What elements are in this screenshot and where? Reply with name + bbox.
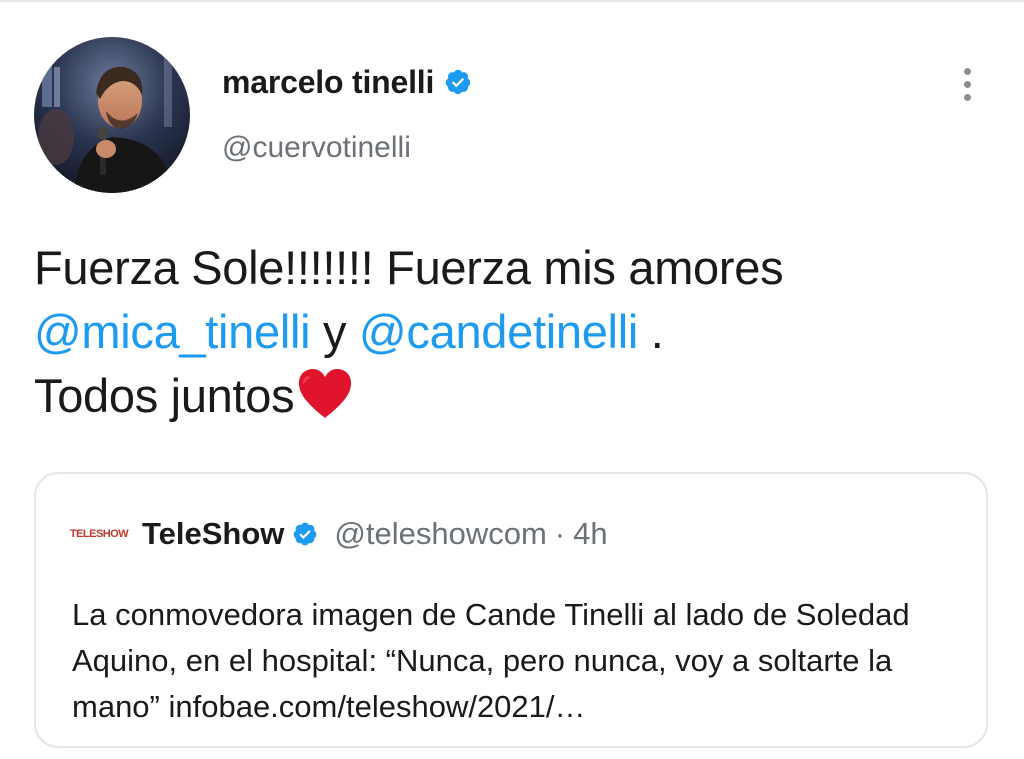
verified-badge-icon xyxy=(292,521,318,547)
author-display-name[interactable]: marcelo tinelli xyxy=(222,64,434,101)
menu-dot xyxy=(963,67,971,75)
tweet-text-part: Todos juntos xyxy=(34,369,295,422)
menu-dot xyxy=(963,93,971,101)
divider xyxy=(0,0,1024,2)
author-handle[interactable]: @cuervotinelli xyxy=(222,131,411,165)
tweet-text-part: y xyxy=(310,305,360,358)
red-heart-emoji-icon xyxy=(296,368,354,420)
quoted-tweet-header: TELESHOW TeleShow @teleshowcom · 4h xyxy=(69,514,608,554)
menu-dot xyxy=(963,80,971,88)
separator-dot: · xyxy=(554,516,566,551)
quoted-author-name[interactable]: TeleShow xyxy=(142,516,284,552)
more-vertical-icon[interactable] xyxy=(950,60,984,108)
author-avatar[interactable] xyxy=(34,37,190,193)
quoted-author-handle[interactable]: @teleshowcom xyxy=(334,516,546,552)
tweet-text-part: . xyxy=(638,305,664,358)
quoted-tweet-time[interactable]: 4h xyxy=(573,516,607,552)
verified-badge-icon xyxy=(444,68,472,96)
tweet-page: marcelo tinelli @cuervotinelli Fuerza So… xyxy=(0,0,1024,759)
tweet-text-part: Fuerza Sole!!!!!!! Fuerza mis amores xyxy=(34,241,784,294)
quoted-tweet-text: La conmovedora imagen de Cande Tinelli a… xyxy=(72,597,910,724)
mention-link[interactable]: @mica_tinelli xyxy=(34,305,311,358)
teleshow-logo: TELESHOW xyxy=(69,528,129,540)
quoted-tweet-card[interactable]: TELESHOW TeleShow @teleshowcom · 4h La c… xyxy=(34,472,988,748)
mention-link[interactable]: @candetinelli xyxy=(359,305,638,358)
avatar-photo xyxy=(34,37,190,193)
author-name-row: marcelo tinelli xyxy=(222,62,472,102)
tweet-text: Fuerza Sole!!!!!!! Fuerza mis amores @mi… xyxy=(34,236,974,428)
